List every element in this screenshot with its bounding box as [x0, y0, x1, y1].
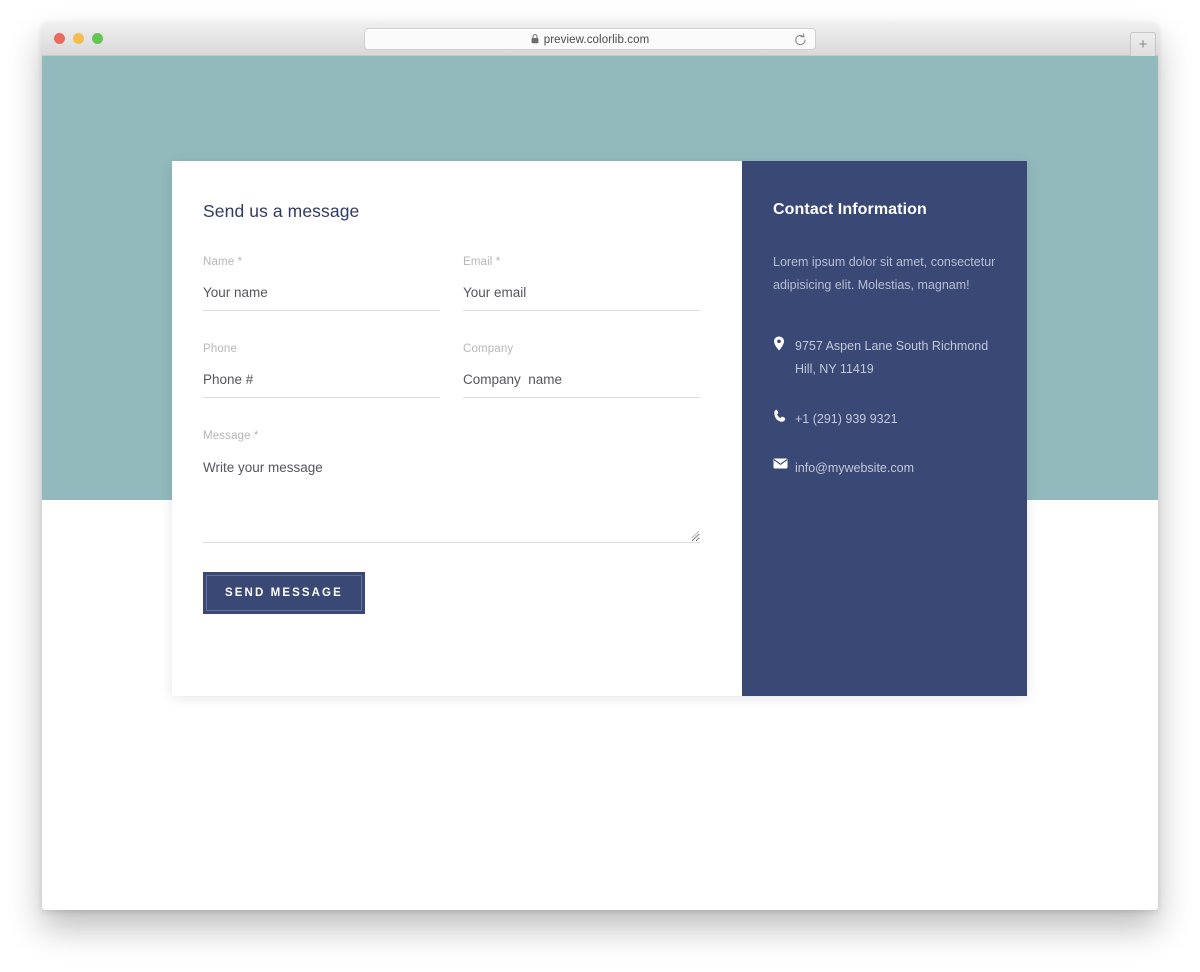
contact-email-item: info@mywebsite.com [773, 457, 1000, 480]
form-field-name: Name * [203, 256, 440, 311]
maximize-window-button[interactable] [92, 33, 103, 44]
contact-information-panel: Contact Information Lorem ipsum dolor si… [742, 161, 1027, 696]
phone-icon [773, 409, 795, 423]
url-text: preview.colorlib.com [544, 34, 650, 46]
page-viewport: Send us a message Name * Email * Phone [42, 56, 1158, 909]
form-field-email: Email * [463, 256, 700, 311]
contact-phone-text: +1 (291) 939 9321 [795, 408, 898, 431]
form-row-name-email: Name * Email * [203, 256, 700, 311]
browser-window: preview.colorlib.com + Send us a message… [42, 22, 1158, 910]
contact-information-title: Contact Information [773, 201, 1000, 219]
name-label: Name * [203, 256, 440, 268]
new-tab-label: + [1139, 37, 1148, 52]
form-row-phone-company: Phone Company [203, 343, 700, 398]
address-bar[interactable]: preview.colorlib.com [364, 28, 816, 50]
send-message-button[interactable]: SEND MESSAGE [203, 572, 365, 614]
message-label: Message * [203, 430, 700, 442]
phone-label: Phone [203, 343, 440, 355]
browser-chrome: preview.colorlib.com + [42, 22, 1158, 56]
map-pin-icon [773, 336, 795, 351]
new-tab-button[interactable]: + [1130, 32, 1156, 56]
contact-email-text: info@mywebsite.com [795, 457, 914, 480]
contact-address-text: 9757 Aspen Lane South Richmond Hill, NY … [795, 335, 1000, 381]
form-field-message: Message * [203, 430, 700, 543]
company-input[interactable] [463, 372, 700, 398]
email-label: Email * [463, 256, 700, 268]
minimize-window-button[interactable] [73, 33, 84, 44]
email-input[interactable] [463, 285, 700, 311]
company-label: Company [463, 343, 700, 355]
contact-card: Send us a message Name * Email * Phone [172, 161, 1027, 696]
envelope-icon [773, 458, 795, 469]
page-title: Send us a message [203, 201, 700, 222]
contact-phone-item: +1 (291) 939 9321 [773, 408, 1000, 431]
window-controls [54, 33, 103, 44]
phone-input[interactable] [203, 372, 440, 398]
close-window-button[interactable] [54, 33, 65, 44]
form-field-company: Company [463, 343, 700, 398]
form-field-phone: Phone [203, 343, 440, 398]
lock-icon [531, 34, 539, 44]
contact-form-panel: Send us a message Name * Email * Phone [172, 161, 742, 696]
name-input[interactable] [203, 285, 440, 311]
contact-information-description: Lorem ipsum dolor sit amet, consectetur … [773, 251, 1000, 297]
message-input[interactable] [203, 459, 700, 543]
reload-icon[interactable] [794, 33, 807, 47]
contact-address-item: 9757 Aspen Lane South Richmond Hill, NY … [773, 335, 1000, 381]
address-bar-content: preview.colorlib.com [531, 33, 650, 46]
